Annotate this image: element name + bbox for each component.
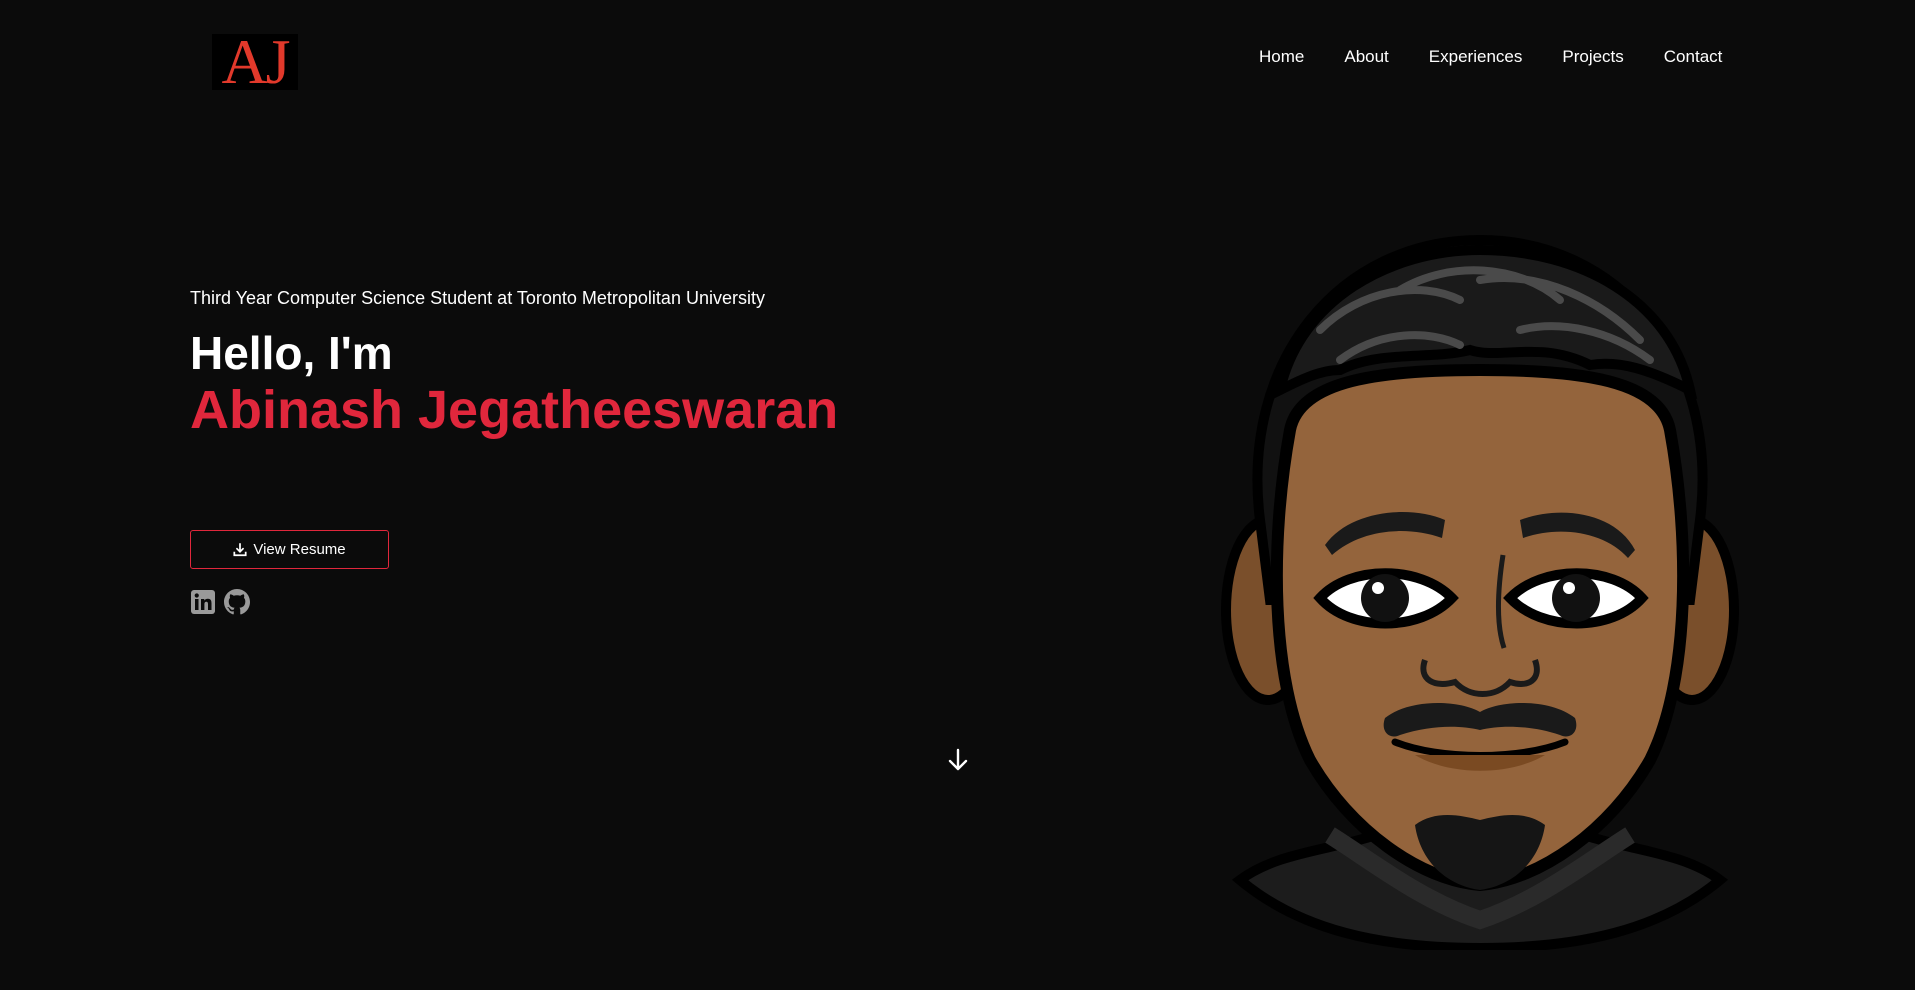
nav-home[interactable]: Home	[1259, 45, 1304, 69]
github-icon[interactable]	[224, 589, 250, 615]
linkedin-icon[interactable]	[190, 589, 216, 615]
hero-name: Abinash Jegatheeswaran	[190, 380, 839, 440]
hero-greeting: Hello, I'm	[190, 327, 393, 379]
nav-contact[interactable]: Contact	[1664, 45, 1723, 69]
view-resume-button[interactable]: View Resume	[190, 530, 389, 569]
download-icon	[233, 542, 247, 556]
hero-subtitle: Third Year Computer Science Student at T…	[190, 288, 765, 308]
nav-about[interactable]: About	[1344, 45, 1388, 69]
nav-projects[interactable]: Projects	[1562, 45, 1623, 69]
nav-experiences[interactable]: Experiences	[1429, 45, 1523, 69]
logo-text: AJ	[221, 26, 290, 97]
main-nav: Home About Experiences Projects Contact	[1259, 47, 1722, 81]
site-header: AJ Home About Experiences Projects Conta…	[0, 0, 1915, 120]
view-resume-label: View Resume	[253, 541, 346, 558]
logo[interactable]: AJ	[212, 26, 298, 97]
arrow-down-icon[interactable]	[947, 748, 969, 772]
avatar-illustration	[1221, 234, 1739, 950]
social-links	[190, 589, 250, 615]
